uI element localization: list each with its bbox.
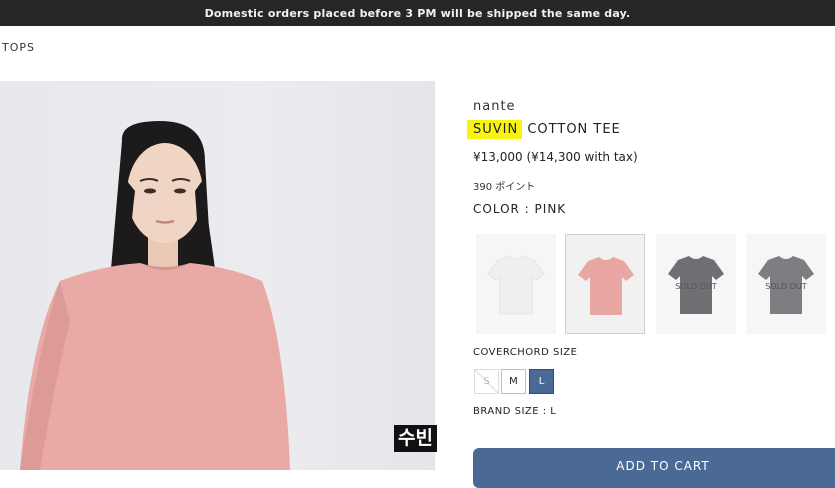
color-swatch-white[interactable] xyxy=(476,234,556,334)
model-image xyxy=(20,121,290,470)
announcement-bar: Domestic orders placed before 3 PM will … xyxy=(0,0,835,26)
size-option-m[interactable]: M xyxy=(501,369,526,394)
color-swatch-gray[interactable]: SOLD OUT xyxy=(746,234,826,334)
color-label: COLOR : PINK xyxy=(473,202,567,216)
brand-size: BRAND SIZE : L xyxy=(473,406,557,417)
color-swatch-charcoal[interactable]: SOLD OUT xyxy=(656,234,736,334)
product-photo[interactable] xyxy=(0,81,435,470)
color-swatch-pink[interactable] xyxy=(565,234,645,334)
announcement-text: Domestic orders placed before 3 PM will … xyxy=(204,6,631,20)
product-title: SUVIN COTTON TEE xyxy=(467,120,621,139)
sold-out-label: SOLD OUT xyxy=(675,282,717,291)
size-option-l[interactable]: L xyxy=(529,369,554,394)
reward-points: 390 ポイント xyxy=(473,182,536,193)
video-caption: 수빈 xyxy=(394,425,437,452)
sold-out-label: SOLD OUT xyxy=(765,282,807,291)
size-option-s[interactable]: S xyxy=(474,369,499,394)
tshirt-icon xyxy=(487,255,545,315)
tshirt-icon xyxy=(578,257,634,315)
title-highlight: SUVIN xyxy=(467,120,523,139)
add-to-cart-button[interactable]: ADD TO CART xyxy=(473,448,835,488)
title-rest: COTTON TEE xyxy=(522,122,621,137)
product-price: ¥13,000 (¥14,300 with tax) xyxy=(473,150,638,164)
brand-name[interactable]: nante xyxy=(473,99,516,114)
size-label: COVERCHORD SIZE xyxy=(473,347,578,358)
breadcrumb[interactable]: TOPS xyxy=(2,41,35,54)
